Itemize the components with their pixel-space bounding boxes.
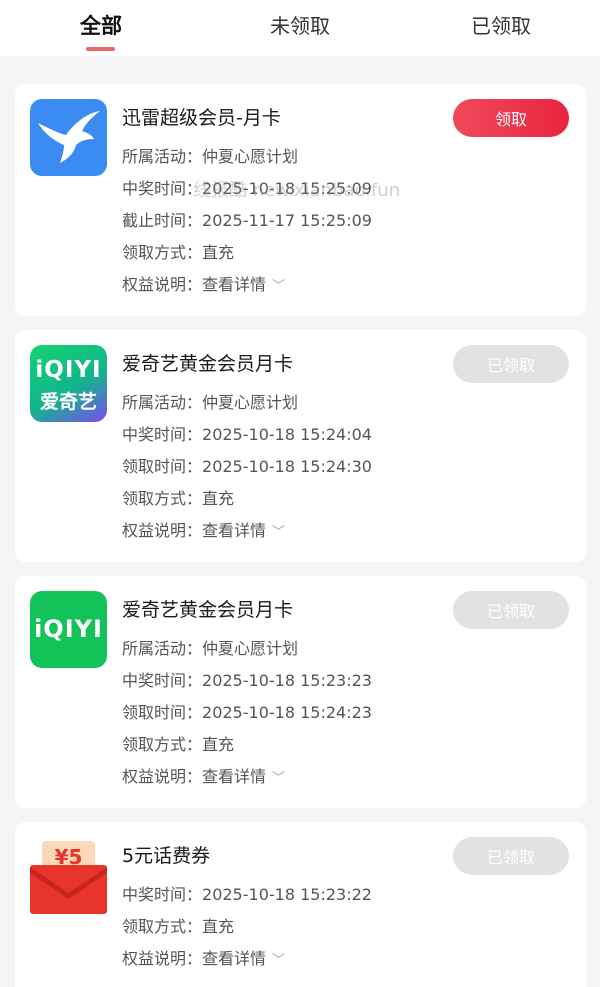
reward-title: 迅雷超级会员-月卡	[122, 107, 281, 129]
win-time-row: 中奖时间：2025-10-18 15:24:04	[122, 425, 372, 444]
reward-card: 迅雷超级会员-月卡 领取 所属活动：仲夏心愿计划 中奖时间：2025-10-18…	[15, 84, 586, 316]
tab-unclaimed[interactable]: 未领取	[270, 10, 330, 39]
tab-all[interactable]: 全部	[80, 10, 122, 40]
benefit-row[interactable]: 权益说明：查看详情 ﹀	[122, 763, 285, 787]
claim-time-row: 领取时间：2025-10-18 15:24:23	[122, 703, 372, 722]
reward-card: iQIYI 爱奇艺黄金会员月卡 已领取 所属活动：仲夏心愿计划 中奖时间：202…	[15, 576, 586, 808]
tab-bar: 全部 未领取 已领取	[0, 0, 600, 56]
iqiyi-logo-text: iQIYI	[35, 357, 102, 383]
claimed-button[interactable]: 已领取	[453, 591, 569, 629]
iqiyi-gradient-logo: iQIYI 爱奇艺	[30, 345, 107, 422]
coupon-amount-text: ¥5	[54, 845, 83, 869]
method-row: 领取方式：直充	[122, 243, 235, 262]
win-time-row: 中奖时间：2025-10-18 15:23:22	[122, 885, 372, 904]
benefit-row[interactable]: 权益说明：查看详情 ﹀	[122, 945, 285, 969]
active-tab-indicator	[86, 47, 115, 51]
thunder-bird-icon	[30, 99, 107, 176]
claimed-button[interactable]: 已领取	[453, 837, 569, 875]
activity-row: 所属活动：仲夏心愿计划	[122, 393, 299, 412]
iqiyi-logo-cn-text: 爱奇艺	[39, 391, 97, 413]
benefit-row[interactable]: 权益说明：查看详情 ﹀	[122, 271, 285, 295]
chevron-down-icon: ﹀	[272, 279, 286, 294]
tab-claimed[interactable]: 已领取	[471, 10, 531, 39]
iqiyi-green-logo: iQIYI	[30, 591, 107, 668]
method-row: 领取方式：直充	[122, 917, 235, 936]
reward-card: ¥5 5元话费券 已领取 中奖时间：2025-10-18 15:23:22 领取…	[15, 822, 586, 987]
chevron-down-icon: ﹀	[272, 953, 286, 968]
claim-button[interactable]: 领取	[453, 99, 569, 137]
activity-row: 所属活动：仲夏心愿计划	[122, 639, 299, 658]
deadline-row: 截止时间：2025-11-17 15:25:09	[122, 211, 372, 230]
claim-time-row: 领取时间：2025-10-18 15:24:30	[122, 457, 372, 476]
reward-title: 5元话费券	[122, 845, 211, 867]
iqiyi-logo-text: iQIYI	[34, 615, 103, 643]
win-time-row: 中奖时间：2025-10-18 15:23:23	[122, 671, 372, 690]
claimed-button[interactable]: 已领取	[453, 345, 569, 383]
chevron-down-icon: ﹀	[272, 525, 286, 540]
reward-title: 爱奇艺黄金会员月卡	[122, 353, 294, 375]
reward-card: iQIYI 爱奇艺 爱奇艺黄金会员月卡 已领取 所属活动：仲夏心愿计划 中奖时间…	[15, 330, 586, 562]
chevron-down-icon: ﹀	[272, 771, 286, 786]
method-row: 领取方式：直充	[122, 489, 235, 508]
activity-row: 所属活动：仲夏心愿计划	[122, 147, 299, 166]
method-row: 领取方式：直充	[122, 735, 235, 754]
reward-title: 爱奇艺黄金会员月卡	[122, 599, 294, 621]
red-envelope-icon: ¥5	[30, 837, 107, 914]
benefit-row[interactable]: 权益说明：查看详情 ﹀	[122, 517, 285, 541]
win-time-row: 中奖时间：2025-10-18 15:25:09	[122, 179, 372, 198]
